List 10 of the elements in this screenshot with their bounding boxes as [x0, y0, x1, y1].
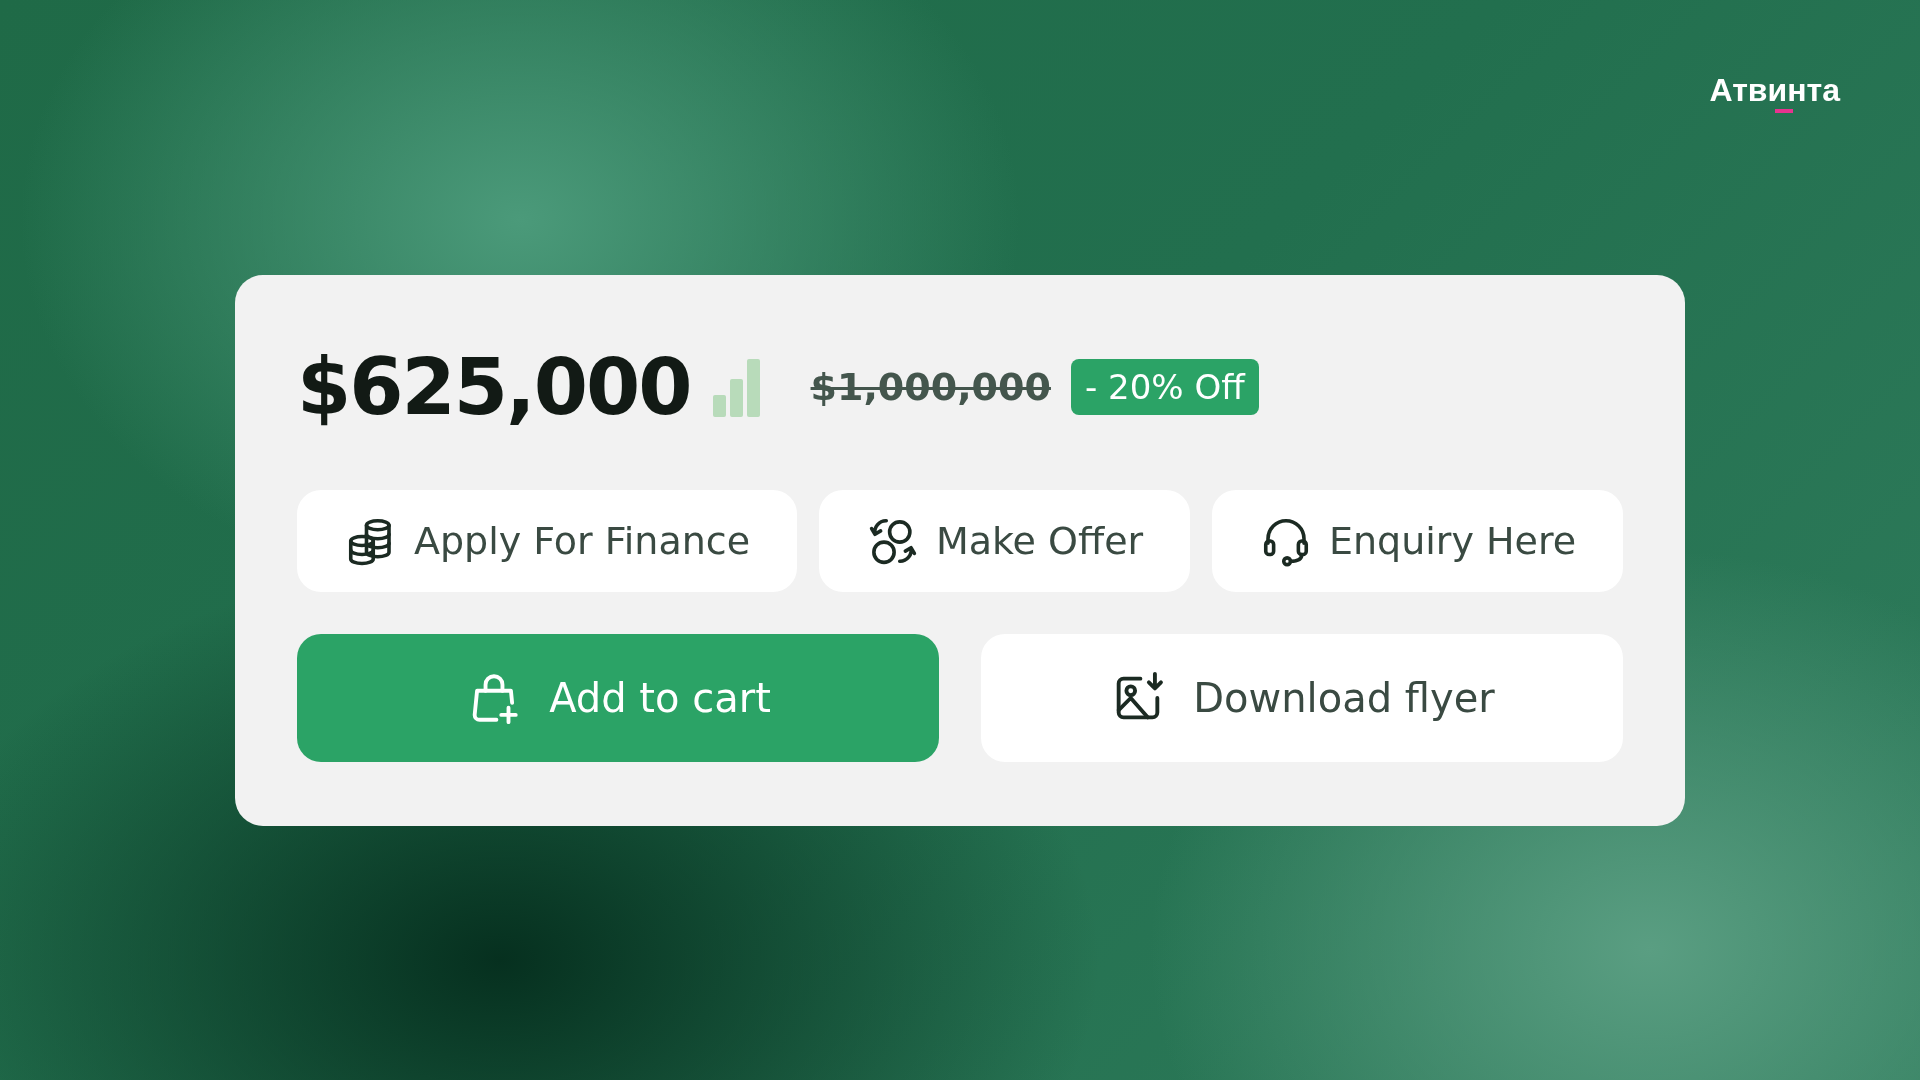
current-price: $625,000 — [297, 342, 691, 432]
action-button[interactable]: Apply For Finance — [297, 489, 797, 592]
action-button[interactable]: Make Offer — [819, 489, 1191, 592]
action-button[interactable]: Enquiry Here — [1212, 489, 1623, 592]
download-button[interactable]: Download flyer — [981, 633, 1623, 762]
logo-underline-mark — [1774, 109, 1793, 113]
original-price: $1,000,000 — [810, 365, 1051, 409]
signal-bars-icon — [712, 357, 761, 417]
discount-badge: - 20% Off — [1070, 359, 1259, 415]
logo: Атвинта — [1709, 72, 1840, 108]
